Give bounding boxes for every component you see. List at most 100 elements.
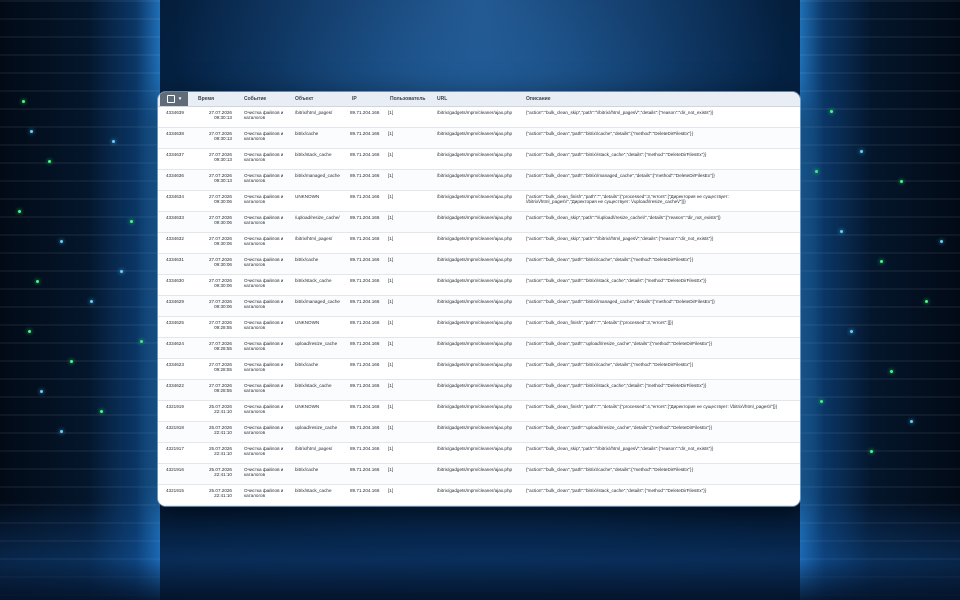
row-description: {"action":"bulk_clean_skip","path":"\/bi…	[526, 446, 714, 451]
row-object: UNKNOWN	[295, 320, 320, 325]
row-timestamp: 27.07.2026 09:28:55	[209, 362, 232, 373]
column-header-event[interactable]: Событие	[244, 92, 266, 106]
row-id: 4334625	[166, 320, 184, 325]
table-row[interactable]: 4334622 27.07.2026 09:28:55 Очистка файлов …	[158, 380, 800, 401]
row-user[interactable]: [1]	[388, 257, 393, 262]
row-object: /upload/resize_cache/	[295, 215, 340, 220]
row-url: /bitrix/gadgets/mpm/cleaner/ajax.php	[437, 131, 513, 136]
table-row[interactable]: 4334636 27.07.2026 09:30:13 Очистка файлов …	[158, 170, 800, 191]
table-row[interactable]: 4334637 27.07.2026 09:30:13 Очистка файлов …	[158, 149, 800, 170]
row-user[interactable]: [1]	[388, 173, 393, 178]
row-user[interactable]: [1]	[388, 131, 393, 136]
row-description: {"action":"bulk_clean_finish","path":"",…	[526, 404, 778, 409]
row-user[interactable]: [1]	[388, 236, 393, 241]
row-timestamp: 27.07.2026 09:28:55	[209, 341, 232, 352]
row-user[interactable]: [1]	[388, 404, 393, 409]
row-object: bitrix/cache	[295, 131, 319, 136]
row-user[interactable]: [1]	[388, 215, 393, 220]
column-header-url[interactable]: URL	[437, 92, 447, 106]
table-row[interactable]: 4321915 25.07.2026 22:41:10 Очистка файлов …	[158, 485, 800, 506]
table-row[interactable]: 4321916 25.07.2026 22:41:10 Очистка файлов …	[158, 464, 800, 485]
table-row[interactable]: 4334639 27.07.2026 09:30:13 Очистка файлов …	[158, 107, 800, 128]
row-event: Очистка файлов и каталогов	[244, 404, 284, 415]
row-ip: 89.71.204.166	[350, 236, 380, 241]
row-event: Очистка файлов и каталогов	[244, 257, 284, 268]
row-user[interactable]: [1]	[388, 488, 393, 493]
row-ip: 89.71.204.166	[350, 110, 380, 115]
row-id: 4321916	[166, 467, 184, 472]
row-user[interactable]: [1]	[388, 194, 393, 199]
row-user[interactable]: [1]	[388, 446, 393, 451]
select-all-control[interactable]: ▾	[160, 92, 188, 106]
table-row[interactable]: 4334633 27.07.2026 09:30:06 Очистка файлов …	[158, 212, 800, 233]
table-row[interactable]: 4334623 27.07.2026 09:28:55 Очистка файлов …	[158, 359, 800, 380]
row-id: 4334637	[166, 152, 184, 157]
row-user[interactable]: [1]	[388, 425, 393, 430]
row-event: Очистка файлов и каталогов	[244, 362, 284, 373]
table-row[interactable]: 4334634 27.07.2026 09:30:06 Очистка файлов …	[158, 191, 800, 212]
row-timestamp: 27.07.2026 09:28:55	[209, 320, 232, 331]
row-user[interactable]: [1]	[388, 362, 393, 367]
table-row[interactable]: 4334629 27.07.2026 09:30:06 Очистка файлов …	[158, 296, 800, 317]
table-row[interactable]: 4334630 27.07.2026 09:30:06 Очистка файлов …	[158, 275, 800, 296]
column-header-user[interactable]: Пользователь	[390, 92, 425, 106]
row-ip: 89.71.204.166	[350, 194, 380, 199]
row-ip: 89.71.204.166	[350, 320, 380, 325]
table-row[interactable]: 4334632 27.07.2026 09:30:06 Очистка файлов …	[158, 233, 800, 254]
row-description: {"action":"bulk_clean","path":"upload\/r…	[526, 341, 713, 346]
table-row[interactable]: 4334631 27.07.2026 09:30:06 Очистка файлов …	[158, 254, 800, 275]
row-object: bitrix/stack_cache	[295, 383, 332, 388]
row-url: /bitrix/gadgets/mpm/cleaner/ajax.php	[437, 257, 513, 262]
row-ip: 89.71.204.166	[350, 152, 380, 157]
table-row[interactable]: 4334624 27.07.2026 09:28:55 Очистка файлов …	[158, 338, 800, 359]
row-user[interactable]: [1]	[388, 383, 393, 388]
column-header-object[interactable]: Объект	[295, 92, 313, 106]
row-timestamp: 27.07.2026 09:30:06	[209, 236, 232, 247]
row-timestamp: 25.07.2026 22:41:10	[209, 446, 232, 457]
row-id: 4334624	[166, 341, 184, 346]
row-user[interactable]: [1]	[388, 152, 393, 157]
row-object: bitrix/stack_cache	[295, 488, 332, 493]
table-row[interactable]: 4334638 27.07.2026 09:30:13 Очистка файлов …	[158, 128, 800, 149]
row-description: {"action":"bulk_clean","path":"bitrix\/m…	[526, 173, 715, 178]
row-ip: 89.71.204.166	[350, 362, 380, 367]
chevron-down-icon[interactable]: ▾	[179, 92, 182, 106]
row-timestamp: 25.07.2026 22:41:10	[209, 488, 232, 499]
row-timestamp: 27.07.2026 09:28:55	[209, 383, 232, 394]
row-timestamp: 27.07.2026 09:30:06	[209, 257, 232, 268]
row-id: 4321919	[166, 404, 184, 409]
table-row[interactable]: 4334625 27.07.2026 09:28:55 Очистка файлов …	[158, 317, 800, 338]
row-ip: 89.71.204.166	[350, 467, 380, 472]
row-user[interactable]: [1]	[388, 467, 393, 472]
row-url: /bitrix/gadgets/mpm/cleaner/ajax.php	[437, 446, 513, 451]
row-user[interactable]: [1]	[388, 341, 393, 346]
row-user[interactable]: [1]	[388, 320, 393, 325]
row-ip: 89.71.204.166	[350, 257, 380, 262]
row-timestamp: 25.07.2026 22:41:10	[209, 467, 232, 478]
column-header-description[interactable]: Описание	[526, 92, 550, 106]
row-url: /bitrix/gadgets/mpm/cleaner/ajax.php	[437, 173, 513, 178]
column-header-time[interactable]: Время	[198, 92, 214, 106]
row-description: {"action":"bulk_clean","path":"bitrix\/c…	[526, 467, 694, 472]
row-event: Очистка файлов и каталогов	[244, 341, 284, 352]
row-object: UNKNOWN	[295, 194, 320, 199]
column-header-ip[interactable]: IP	[352, 92, 357, 106]
table-row[interactable]: 4321918 25.07.2026 22:41:10 Очистка файлов …	[158, 422, 800, 443]
row-user[interactable]: [1]	[388, 278, 393, 283]
checkbox-icon[interactable]	[166, 95, 175, 103]
table-row[interactable]: 4321917 25.07.2026 22:41:10 Очистка файлов …	[158, 443, 800, 464]
row-user[interactable]: [1]	[388, 110, 393, 115]
row-description: {"action":"bulk_clean_skip","path":"\/bi…	[526, 110, 714, 115]
row-timestamp: 25.07.2026 22:41:10	[209, 425, 232, 436]
row-event: Очистка файлов и каталогов	[244, 236, 284, 247]
row-object: upload/resize_cache	[295, 425, 338, 430]
table-row[interactable]: 4321919 25.07.2026 22:41:10 Очистка файлов …	[158, 401, 800, 422]
row-ip: 89.71.204.166	[350, 404, 380, 409]
row-description: {"action":"bulk_clean","path":"bitrix\/s…	[526, 152, 707, 157]
floor-reflection	[0, 500, 960, 600]
row-object: bitrix/stack_cache	[295, 152, 332, 157]
row-id: 4321915	[166, 488, 184, 493]
row-url: /bitrix/gadgets/mpm/cleaner/ajax.php	[437, 425, 513, 430]
row-user[interactable]: [1]	[388, 299, 393, 304]
row-id: 4334630	[166, 278, 184, 283]
